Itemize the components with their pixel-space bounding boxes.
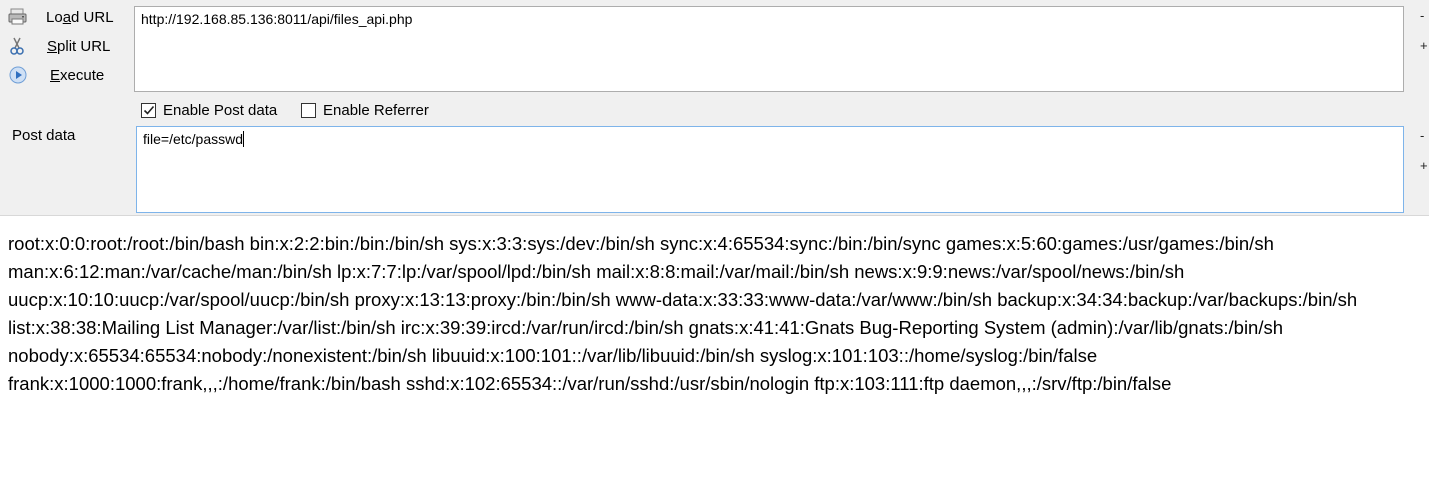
url-expand-button[interactable]: + xyxy=(1420,38,1428,53)
execute-label: Execute xyxy=(50,66,105,84)
load-url-label: Load URL xyxy=(46,8,114,26)
load-url-icon xyxy=(8,8,28,26)
url-value: http://192.168.85.136:8011/api/files_api… xyxy=(141,11,413,27)
enable-referrer-checkbox[interactable]: Enable Referrer xyxy=(301,100,429,120)
response-body: root:x:0:0:root:/root:/bin/bash bin:x:2:… xyxy=(8,233,1358,394)
post-data-label: Post data xyxy=(12,127,76,144)
url-shrink-button[interactable]: - xyxy=(1420,8,1424,23)
post-data-value: file=/etc/passwd xyxy=(143,131,243,147)
enable-referrer-box xyxy=(301,102,316,118)
post-expand-button[interactable]: + xyxy=(1420,158,1428,173)
play-icon xyxy=(8,66,28,84)
enable-referrer-label: Enable Referrer xyxy=(323,101,429,119)
enable-post-checkbox[interactable]: Enable Post data xyxy=(141,100,277,120)
scissors-icon xyxy=(8,37,28,55)
post-data-input[interactable]: file=/etc/passwd xyxy=(136,126,1404,213)
execute-button[interactable]: Execute xyxy=(8,63,128,87)
url-input[interactable]: http://192.168.85.136:8011/api/files_api… xyxy=(134,6,1404,92)
split-url-label: Split URL xyxy=(47,37,111,55)
load-url-button[interactable]: Load URL xyxy=(8,5,128,29)
split-url-button[interactable]: Split URL xyxy=(8,34,128,58)
text-caret xyxy=(243,131,244,147)
check-icon xyxy=(143,105,154,115)
enable-post-checkmark xyxy=(141,102,156,118)
enable-post-label: Enable Post data xyxy=(163,101,278,119)
post-shrink-button[interactable]: - xyxy=(1420,128,1424,143)
hackbar-panel: Load URL Split URL Execute http://192.16… xyxy=(0,0,1429,216)
